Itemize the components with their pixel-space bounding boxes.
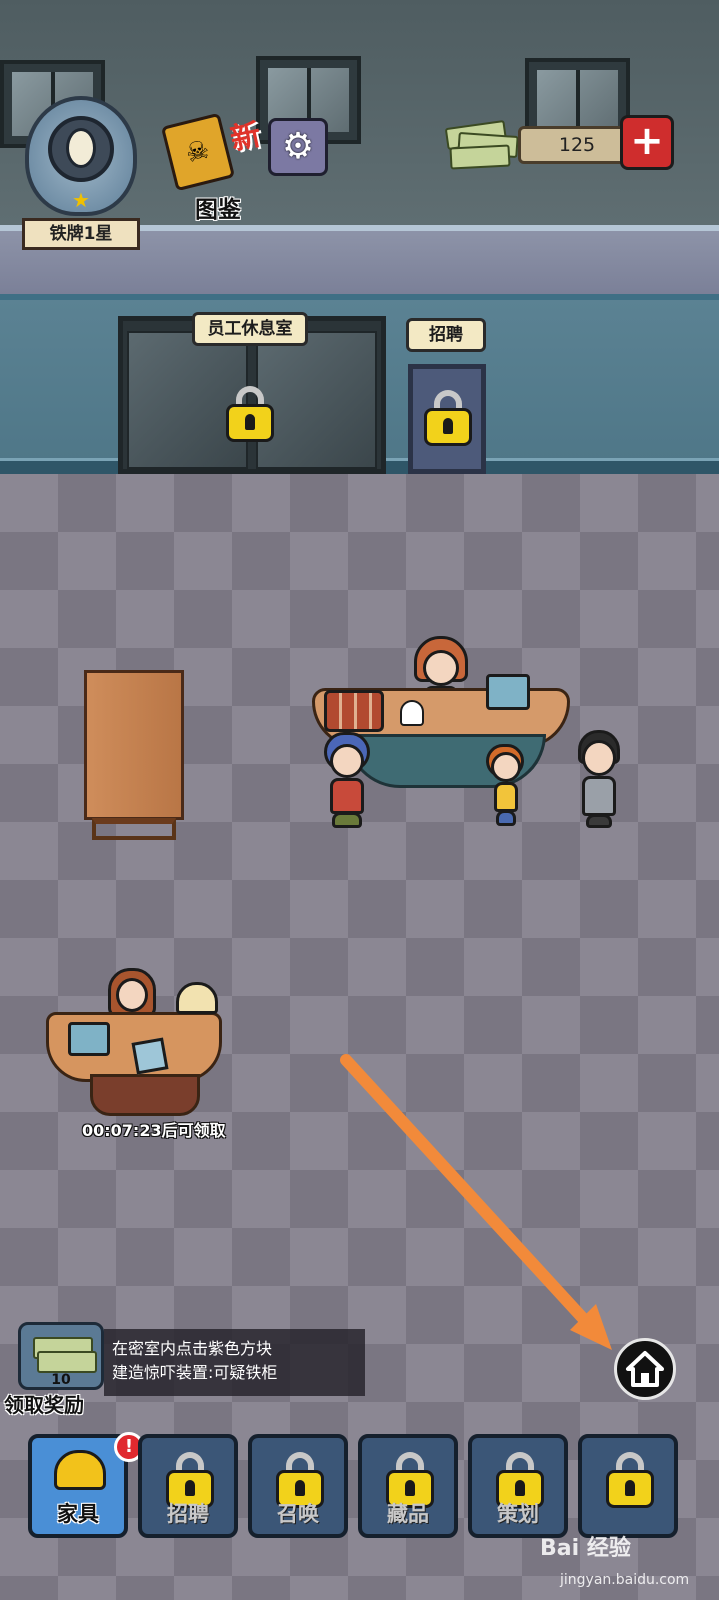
tab-collection[interactable]: 藏品: [358, 1434, 458, 1538]
tab-label: 藏品: [387, 1502, 429, 1526]
tab-recruit[interactable]: 招聘: [138, 1434, 238, 1538]
watermark-brand: Bai 经验: [540, 1536, 631, 1561]
settings-gear-icon: ⚙: [281, 126, 315, 167]
codex-label: 图鉴: [195, 197, 241, 223]
ghost-egg-icon: [66, 128, 96, 168]
watermark-url: jingyan.baidu.com: [560, 1572, 690, 1588]
settings-button[interactable]: ⚙: [268, 118, 328, 176]
computer-monitor: [486, 674, 530, 710]
add-cash-button[interactable]: +: [620, 115, 674, 170]
ghost-figurine-icon: [400, 700, 424, 726]
tab-summon[interactable]: 召唤: [248, 1434, 348, 1538]
tab-label: 家具: [57, 1502, 99, 1526]
tab-extra[interactable]: [578, 1434, 678, 1538]
reward-timer: 00:07:23后可领取: [82, 1121, 226, 1140]
cash-stack-icon: [444, 119, 522, 170]
tab-label: 策划: [497, 1502, 539, 1526]
tab-label: 招聘: [167, 1502, 209, 1526]
claim-reward-button[interactable]: 领取奖励: [4, 1389, 84, 1418]
quest-description[interactable]: 在密室内点击紫色方块 建造惊吓装置:可疑铁柜: [104, 1329, 365, 1396]
lock-icon[interactable]: [424, 390, 472, 446]
door-panel-right: [256, 331, 377, 469]
rank-badge[interactable]: ★ 铁牌1星: [20, 96, 142, 251]
desk-lamp-icon: [176, 982, 218, 1014]
quest-line-1: 在密室内点击紫色方块: [112, 1339, 273, 1358]
tab-label: 召唤: [277, 1502, 319, 1526]
drinks-tray: [324, 690, 384, 732]
home-button[interactable]: [614, 1338, 676, 1400]
tab-planning[interactable]: 策划: [468, 1434, 568, 1538]
staff-lounge-sign: 员工休息室: [192, 312, 308, 346]
helmet-tools-icon: [54, 1450, 106, 1490]
notebook-icon: [131, 1037, 169, 1075]
home-icon: [626, 1351, 664, 1387]
rank-label: 铁牌1星: [22, 218, 140, 250]
customer-man-suit[interactable]: [576, 730, 622, 830]
tab-furniture[interactable]: 家具: [28, 1434, 128, 1538]
quest-reward-count: 10: [51, 1372, 71, 1388]
customer-blue-hair[interactable]: [324, 732, 370, 832]
table-legs: [92, 818, 176, 840]
lock-icon: [606, 1452, 654, 1508]
star-icon: ★: [72, 188, 90, 212]
cash-counter: 125: [518, 126, 636, 164]
recruit-sign: 招聘: [406, 318, 486, 352]
lock-icon[interactable]: [226, 386, 274, 442]
customer-girl[interactable]: [486, 744, 526, 830]
wooden-table[interactable]: [84, 670, 184, 820]
quest-line-2: 建造惊吓装置:可疑铁柜: [112, 1363, 278, 1382]
desk-monitor: [68, 1022, 110, 1056]
